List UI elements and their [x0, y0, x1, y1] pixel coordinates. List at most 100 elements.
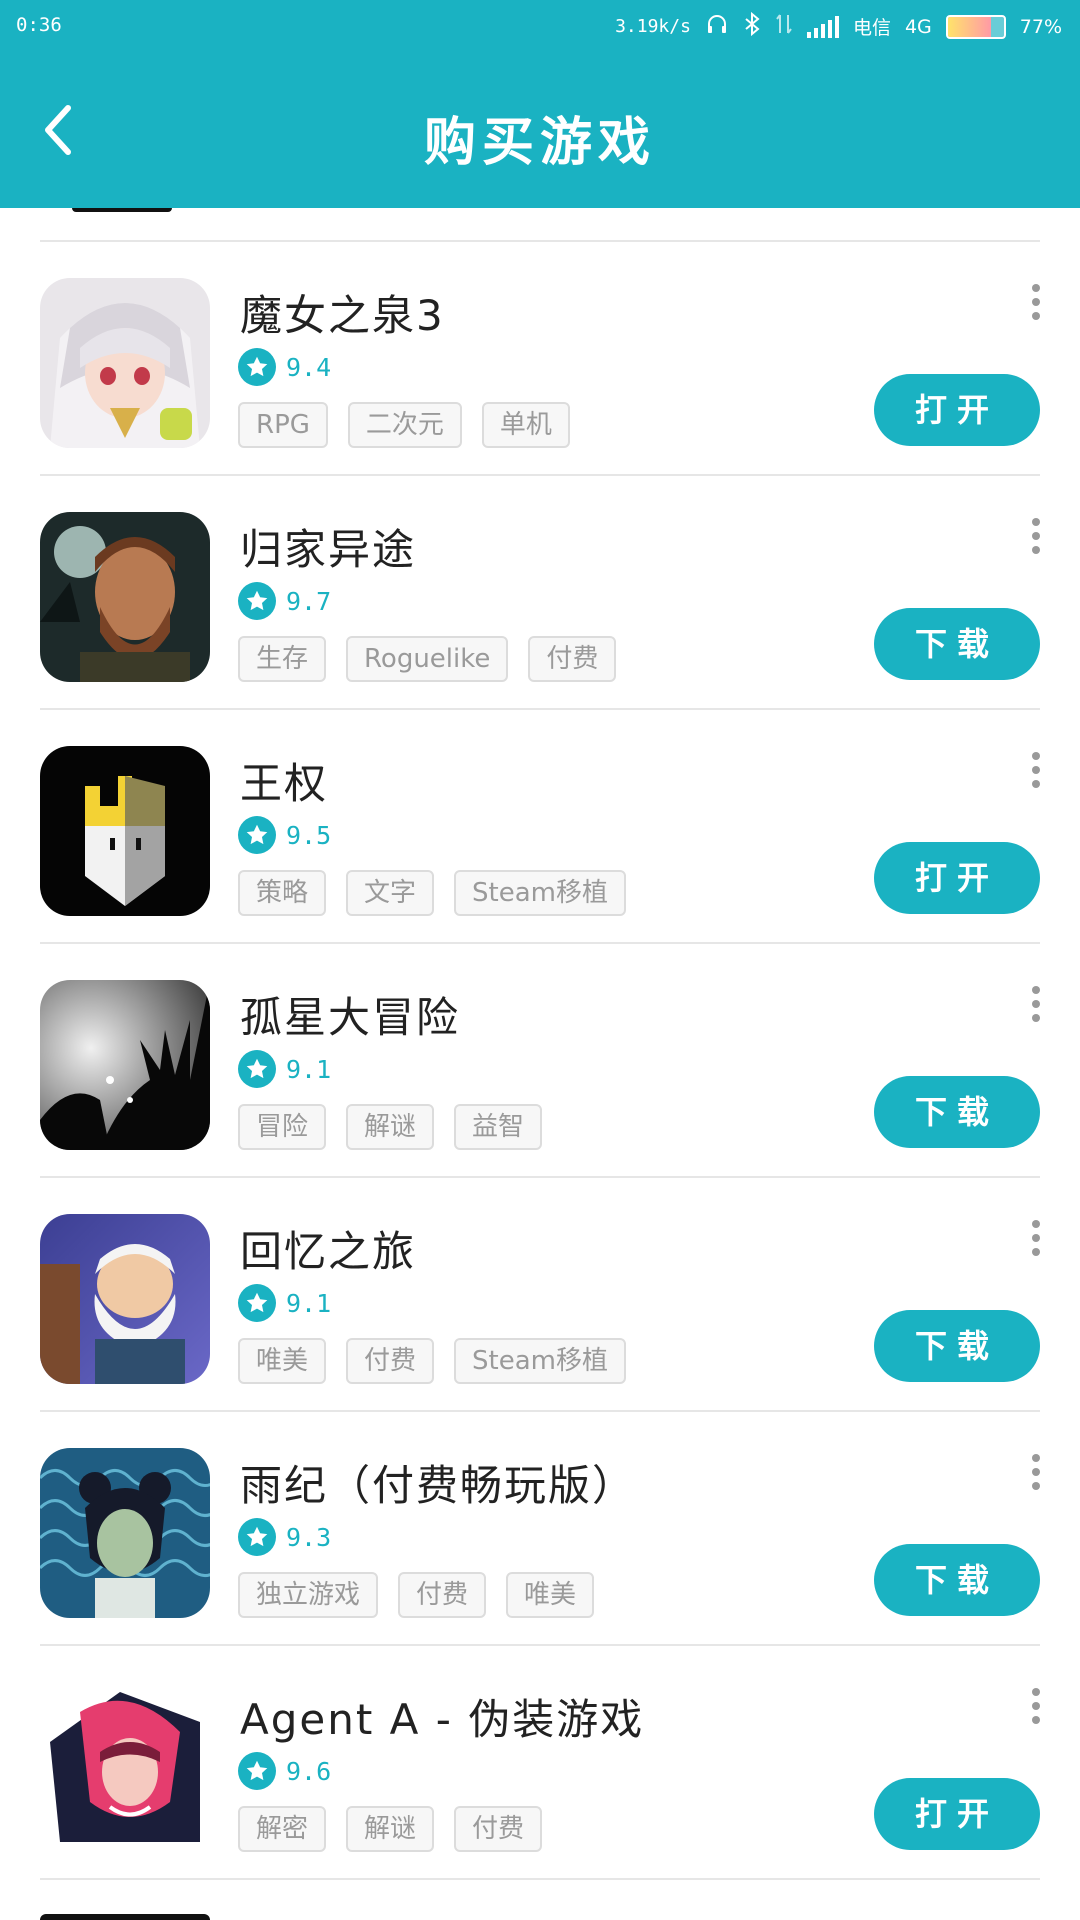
agent-icon[interactable] [40, 1682, 210, 1852]
download-button[interactable]: 下载 [874, 1310, 1040, 1382]
star-icon [238, 1518, 276, 1556]
star-icon [238, 582, 276, 620]
game-list-item[interactable]: 归家异途 9.7 生存 Roguelike 付费 下载 [0, 476, 1080, 710]
crown-shield-icon[interactable] [40, 746, 210, 916]
game-tag[interactable]: 付费 [398, 1572, 487, 1618]
game-tag[interactable]: 独立游戏 [238, 1572, 379, 1618]
game-tag[interactable]: 策略 [238, 870, 327, 916]
game-tag[interactable]: 唯美 [506, 1572, 595, 1618]
star-icon [238, 348, 276, 386]
game-tags: 唯美 付费 Steam移植 [238, 1338, 626, 1384]
divider [40, 1878, 1040, 1880]
game-tag[interactable]: 文字 [346, 870, 435, 916]
more-options-icon[interactable] [1030, 986, 1042, 1022]
game-tags: RPG 二次元 单机 [238, 402, 570, 448]
game-tag[interactable]: 解谜 [346, 1806, 435, 1852]
download-button[interactable]: 下载 [874, 1544, 1040, 1616]
rating-value: 9.1 [286, 1288, 332, 1318]
game-rating: 9.6 [238, 1752, 331, 1790]
game-tag[interactable]: 解密 [238, 1806, 327, 1852]
open-button[interactable]: 打开 [874, 1778, 1040, 1850]
game-list-item[interactable]: 王权 9.5 策略 文字 Steam移植 打开 [0, 710, 1080, 944]
status-time: 0:36 [16, 14, 62, 36]
more-options-icon[interactable] [1030, 1454, 1042, 1490]
network-type: 4G [904, 15, 932, 38]
game-name: 王权 [240, 759, 329, 808]
game-tag[interactable]: 唯美 [238, 1338, 327, 1384]
star-icon [238, 1284, 276, 1322]
game-tag[interactable]: 付费 [454, 1806, 543, 1852]
star-icon [238, 1050, 276, 1088]
game-name: 魔女之泉3 [240, 291, 445, 340]
game-rating: 9.1 [238, 1284, 331, 1322]
game-tag[interactable]: 单机 [481, 402, 570, 448]
rating-value: 9.3 [286, 1522, 332, 1552]
more-options-icon[interactable] [1030, 518, 1042, 554]
carrier-label: 电信 [852, 17, 891, 39]
game-tags: 冒险 解谜 益智 [238, 1104, 543, 1150]
game-tag[interactable]: Steam移植 [454, 870, 626, 916]
network-speed: 3.19k/s [615, 16, 691, 37]
more-options-icon[interactable] [1030, 752, 1042, 788]
old-man-icon[interactable] [40, 1214, 210, 1384]
data-transfer-icon [775, 12, 793, 41]
more-options-icon[interactable] [1030, 284, 1042, 320]
game-name: Agent A - 伪装游戏 [240, 1695, 645, 1744]
app-header: 0:36 3.19k/s 电信 4G 77% 购买游戏 [0, 0, 1080, 208]
open-button[interactable]: 打开 [874, 374, 1040, 446]
partial-app-icon [72, 208, 172, 212]
game-name: 归家异途 [240, 525, 417, 574]
download-button[interactable]: 下载 [874, 1076, 1040, 1148]
game-tag[interactable]: 益智 [454, 1104, 543, 1150]
next-item-icon-peek [40, 1914, 210, 1920]
game-tag[interactable]: Steam移植 [454, 1338, 626, 1384]
game-tag[interactable]: 付费 [346, 1338, 435, 1384]
bluetooth-icon [743, 11, 761, 41]
more-options-icon[interactable] [1030, 1688, 1042, 1724]
battery-percent: 77% [1019, 15, 1062, 38]
more-options-icon[interactable] [1030, 1220, 1042, 1256]
game-tag[interactable]: 二次元 [347, 402, 462, 448]
game-tag[interactable]: 付费 [528, 636, 617, 682]
game-list-item[interactable]: 孤星大冒险 9.1 冒险 解谜 益智 下载 [0, 944, 1080, 1178]
game-tag[interactable]: 解谜 [346, 1104, 435, 1150]
game-tag[interactable]: RPG [238, 402, 328, 448]
game-name: 雨纪（付费畅玩版） [240, 1461, 637, 1510]
rating-value: 9.4 [286, 352, 332, 382]
rating-value: 9.6 [286, 1756, 332, 1786]
game-tags: 独立游戏 付费 唯美 [238, 1572, 595, 1618]
silhouette-icon[interactable] [40, 980, 210, 1150]
star-icon [238, 1752, 276, 1790]
game-tag[interactable]: Roguelike [346, 636, 509, 682]
status-indicators: 3.19k/s 电信 4G 77% [615, 11, 1062, 41]
rating-value: 9.1 [286, 1054, 332, 1084]
game-rating: 9.7 [238, 582, 331, 620]
game-list-item[interactable]: 魔女之泉3 9.4 RPG 二次元 单机 打开 [0, 242, 1080, 476]
game-tag[interactable]: 生存 [238, 636, 327, 682]
previous-list-item-peek [0, 208, 1080, 242]
signal-icon [806, 15, 839, 38]
girl-wave-icon[interactable] [40, 1448, 210, 1618]
bearded-man-icon[interactable] [40, 512, 210, 682]
battery-icon [945, 14, 1006, 39]
game-rating: 9.5 [238, 816, 331, 854]
game-list-item[interactable]: 回忆之旅 9.1 唯美 付费 Steam移植 下载 [0, 1178, 1080, 1412]
game-list-item[interactable]: Agent A - 伪装游戏 9.6 解密 解谜 付费 打开 [0, 1646, 1080, 1880]
game-rating: 9.1 [238, 1050, 331, 1088]
download-button[interactable]: 下载 [874, 608, 1040, 680]
game-list-item[interactable]: 雨纪（付费畅玩版） 9.3 独立游戏 付费 唯美 下载 [0, 1412, 1080, 1646]
game-tags: 解密 解谜 付费 [238, 1806, 543, 1852]
status-bar: 0:36 3.19k/s 电信 4G 77% [0, 0, 1080, 50]
star-icon [238, 816, 276, 854]
game-tag[interactable]: 冒险 [238, 1104, 327, 1150]
game-tags: 生存 Roguelike 付费 [238, 636, 617, 682]
open-button[interactable]: 打开 [874, 842, 1040, 914]
game-rating: 9.4 [238, 348, 331, 386]
game-name: 孤星大冒险 [240, 993, 461, 1042]
rating-value: 9.7 [286, 586, 332, 616]
game-name: 回忆之旅 [240, 1227, 417, 1276]
page-title: 购买游戏 [423, 113, 656, 173]
headphones-icon [705, 12, 729, 41]
anime-girl-icon[interactable] [40, 278, 210, 448]
game-tags: 策略 文字 Steam移植 [238, 870, 626, 916]
